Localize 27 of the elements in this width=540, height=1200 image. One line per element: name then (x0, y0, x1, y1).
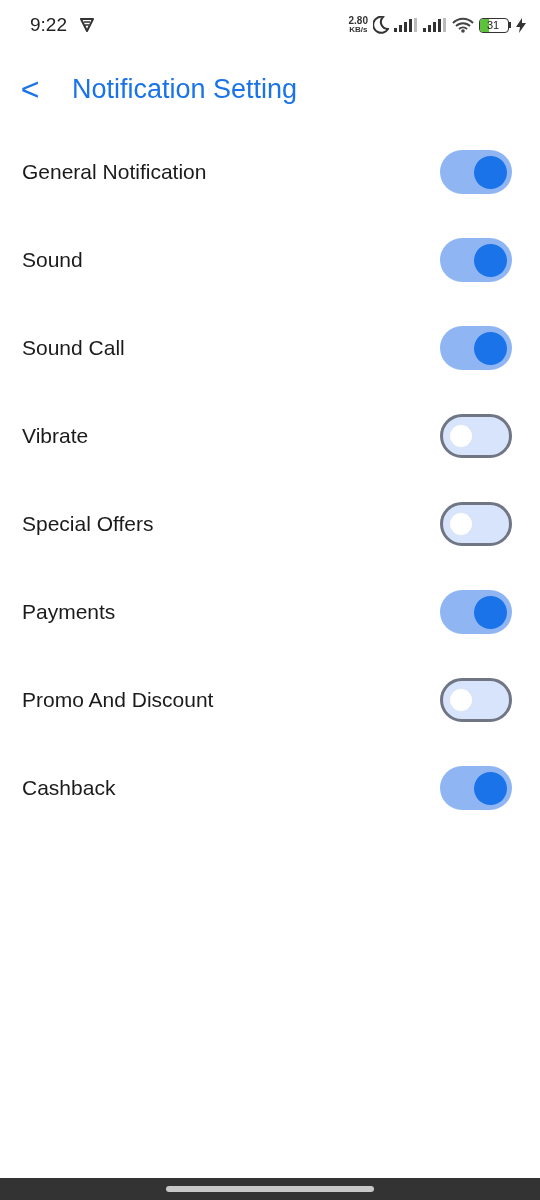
setting-label: Payments (22, 599, 116, 626)
toggle-switch[interactable] (440, 150, 512, 194)
toggle-switch[interactable] (440, 766, 512, 810)
moon-icon (373, 16, 389, 34)
setting-label: Sound (22, 247, 83, 274)
setting-label: Sound Call (22, 335, 125, 362)
toggle-switch[interactable] (440, 502, 512, 546)
page-title: Notification Setting (72, 72, 298, 106)
toggle-switch[interactable] (440, 326, 512, 370)
toggle-switch[interactable] (440, 414, 512, 458)
setting-label: Promo And Discount (22, 687, 214, 714)
wifi-icon (452, 17, 474, 33)
shield-icon (79, 17, 95, 33)
back-button[interactable]: < (18, 73, 42, 105)
network-speed-unit: KB/s (349, 26, 368, 34)
toggle-switch[interactable] (440, 590, 512, 634)
lightning-icon (516, 17, 526, 33)
toggle-switch[interactable] (440, 238, 512, 282)
signal-icon (423, 18, 447, 32)
setting-label: Cashback (22, 775, 116, 802)
toggle-switch[interactable] (440, 678, 512, 722)
setting-label: Special Offers (22, 511, 154, 538)
setting-label: Vibrate (22, 423, 89, 450)
setting-label: General Notification (22, 159, 207, 186)
network-speed: 2.80 (348, 16, 368, 26)
clock: 9:22 (30, 12, 67, 37)
signal-icon (394, 18, 418, 32)
